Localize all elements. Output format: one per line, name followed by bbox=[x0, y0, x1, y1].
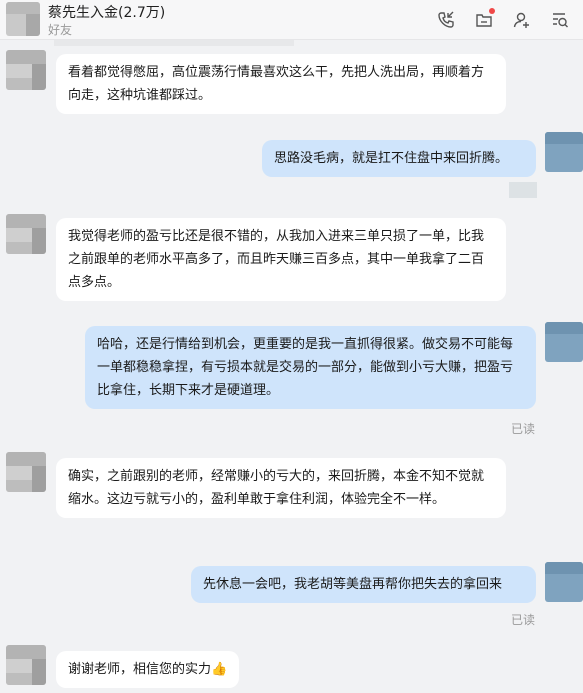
image-placeholder bbox=[509, 182, 537, 198]
message-bubble-outgoing[interactable]: 思路没毛病，就是扛不住盘中来回折腾。 bbox=[262, 140, 536, 177]
message-bubble-incoming[interactable]: 看着都觉得憋屈，高位震荡行情最喜欢这么干，先把人洗出局，再顺着方向走，这种坑谁都… bbox=[56, 54, 506, 114]
header-toolbar bbox=[433, 7, 573, 33]
folder-icon[interactable] bbox=[471, 7, 497, 33]
message-bubble-incoming[interactable]: 谢谢老师，相信您的实力👍 bbox=[56, 651, 240, 688]
add-person-icon[interactable] bbox=[509, 7, 535, 33]
sender-avatar[interactable] bbox=[6, 214, 46, 254]
notification-dot bbox=[489, 8, 495, 14]
contact-tag: 好友 bbox=[48, 23, 73, 37]
message-bubble-outgoing[interactable]: 先休息一会吧，我老胡等美盘再帮你把失去的拿回来 bbox=[191, 566, 536, 603]
image-placeholder bbox=[54, 40, 294, 46]
chat-header: 蔡先生入金(2.7万) 好友 bbox=[0, 0, 583, 40]
contact-name[interactable]: 蔡先生入金(2.7万) bbox=[48, 2, 165, 22]
sender-avatar[interactable] bbox=[6, 645, 46, 685]
search-chat-icon[interactable] bbox=[547, 7, 573, 33]
self-avatar[interactable] bbox=[545, 132, 583, 172]
self-avatar[interactable] bbox=[545, 322, 583, 362]
self-avatar[interactable] bbox=[545, 562, 583, 602]
read-status: 已读 bbox=[511, 422, 536, 436]
read-status: 已读 bbox=[511, 613, 536, 627]
phone-icon[interactable] bbox=[433, 7, 459, 33]
sender-avatar[interactable] bbox=[6, 50, 46, 90]
message-bubble-incoming[interactable]: 我觉得老师的盈亏比还是很不错的，从我加入进来三单只损了一单，比我之前跟单的老师水… bbox=[56, 218, 506, 301]
message-bubble-incoming[interactable]: 确实，之前跟别的老师，经常赚小的亏大的，来回折腾，本金不知不觉就缩水。这边亏就亏… bbox=[56, 458, 506, 518]
contact-avatar[interactable] bbox=[6, 2, 40, 36]
message-bubble-outgoing[interactable]: 哈哈，还是行情给到机会，更重要的是我一直抓得很紧。做交易不可能每一单都稳稳拿捏，… bbox=[85, 326, 536, 409]
sender-avatar[interactable] bbox=[6, 452, 46, 492]
